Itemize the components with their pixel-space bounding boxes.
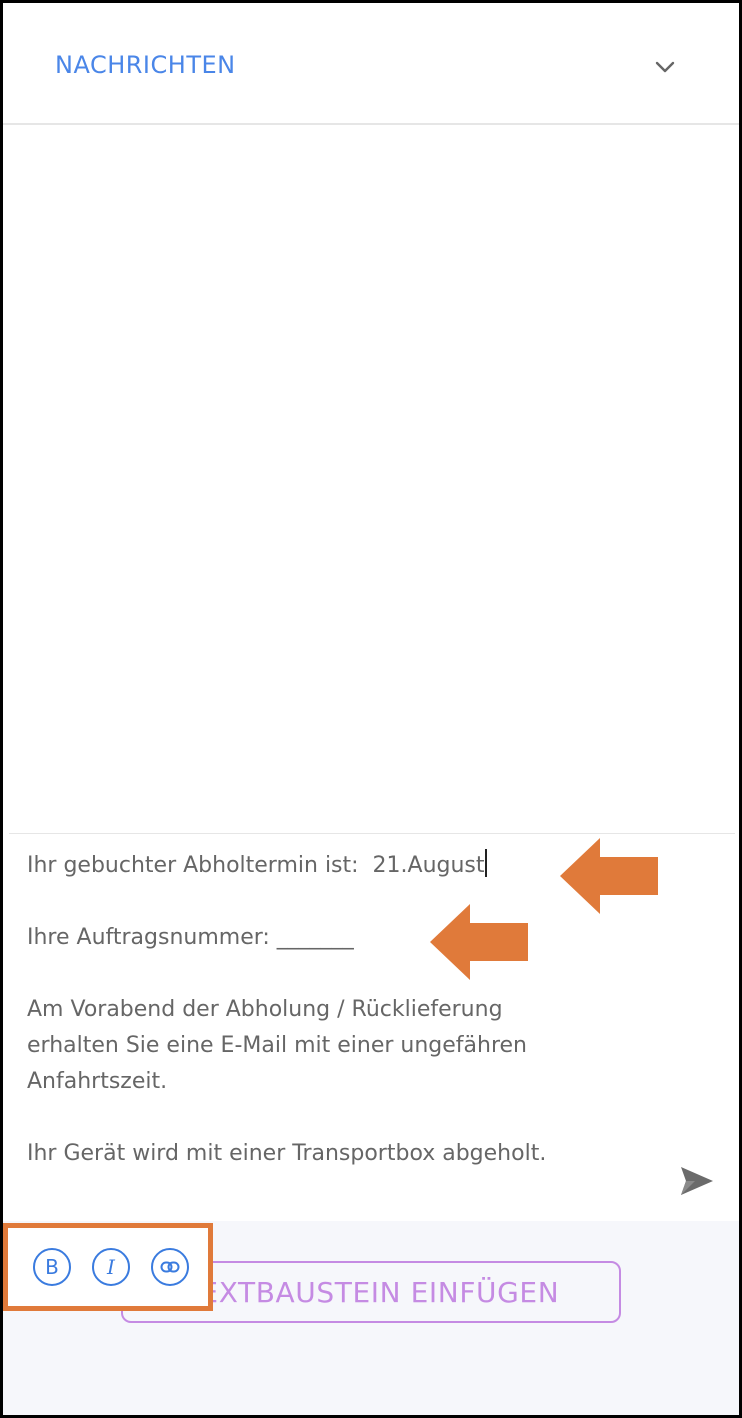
chevron-down-icon[interactable]	[651, 53, 679, 81]
send-icon[interactable]	[679, 1165, 715, 1197]
editor-divider	[9, 833, 735, 834]
text-caret	[484, 849, 487, 877]
panel-header[interactable]: NACHRICHTEN	[3, 3, 739, 125]
annotation-arrow-order	[430, 904, 528, 980]
link-button[interactable]	[151, 1248, 189, 1286]
message-panel: NACHRICHTEN Ihr gebuchter Abholtermin is…	[0, 0, 742, 1418]
editor-line-transport-box: Ihr Gerät wird mit einer Transportbox ab…	[27, 1141, 547, 1166]
panel-title: NACHRICHTEN	[55, 51, 236, 79]
italic-icon: I	[107, 1255, 115, 1279]
bold-icon: B	[45, 1255, 59, 1279]
formatting-toolbar: B I	[3, 1223, 213, 1311]
editor-line-email-notice: Am Vorabend der Abholung / Rücklieferung…	[27, 997, 527, 1094]
link-icon	[160, 1261, 180, 1273]
editor-line-order-number: Ihre Auftragsnummer: _______	[27, 925, 354, 950]
bold-button[interactable]: B	[33, 1248, 71, 1286]
italic-button[interactable]: I	[92, 1248, 130, 1286]
annotation-arrow-date	[560, 838, 658, 914]
